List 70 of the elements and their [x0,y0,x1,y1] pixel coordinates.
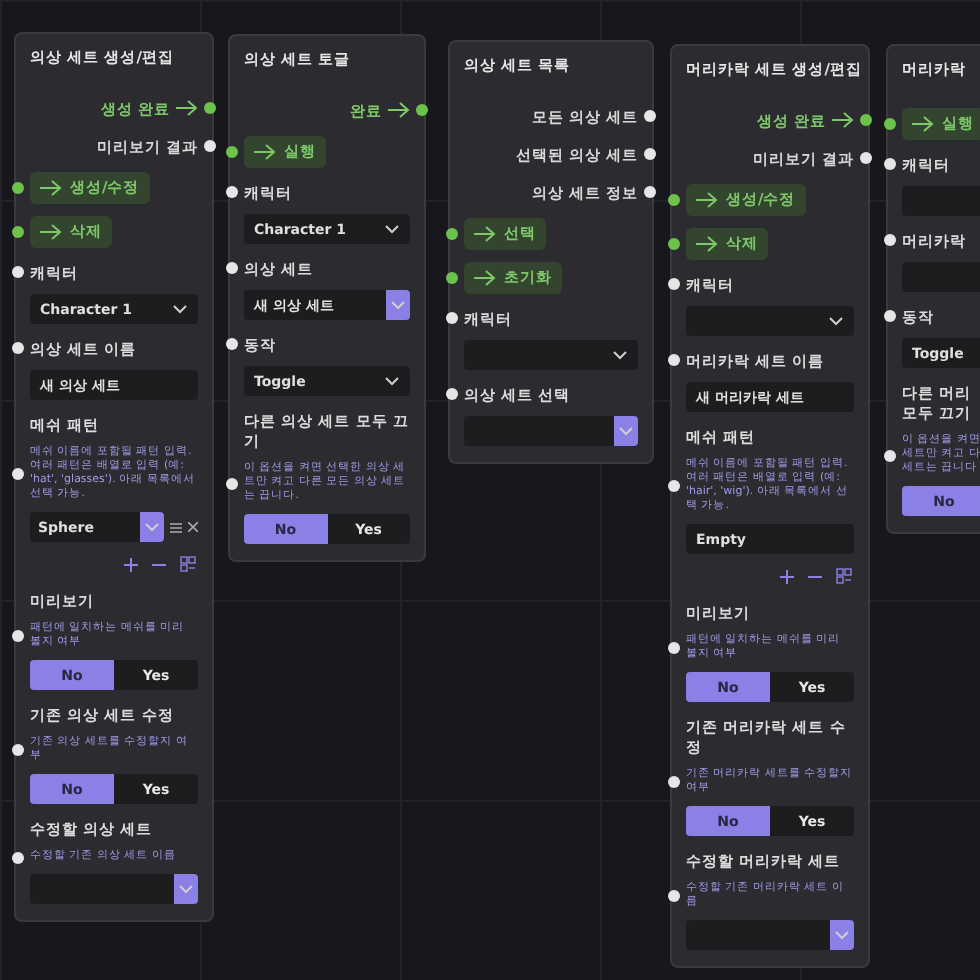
layout-icon[interactable] [836,568,852,585]
dropdown[interactable] [464,416,638,447]
connector-pin[interactable] [416,104,428,117]
connector-pin[interactable] [446,387,458,400]
close-icon[interactable] [188,522,198,533]
connector-pin[interactable] [12,341,24,354]
caret-icon [828,316,844,327]
connector-pin[interactable] [644,110,656,123]
connector-pin[interactable] [644,148,656,161]
node-panel[interactable] [670,44,870,969]
arrow-icon [40,223,62,240]
connector-pin[interactable] [884,117,896,130]
arrow-icon [696,191,718,208]
connector-pin[interactable] [446,271,458,284]
caret-icon [172,304,188,315]
connector-pin[interactable] [12,744,24,757]
connector-pin[interactable] [12,181,24,194]
arrow-icon [696,235,718,252]
plus-icon[interactable] [124,557,138,572]
connector-pin[interactable] [884,309,896,322]
connector-pin[interactable] [226,261,238,274]
plus-icon[interactable] [780,569,794,584]
arrow-icon [254,143,276,160]
connector-pin[interactable] [204,102,216,115]
connector-pin[interactable] [668,890,680,903]
caret-icon[interactable] [174,874,198,905]
connector-pin[interactable] [644,186,656,199]
connector-pin[interactable] [12,630,24,643]
connector-pin[interactable] [884,157,896,170]
caret-icon[interactable] [140,512,164,543]
caret-icon[interactable] [614,416,638,447]
dropdown[interactable] [30,874,198,905]
arrow-icon [474,225,496,242]
connector-pin[interactable] [446,227,458,240]
connector-pin[interactable] [668,193,680,206]
caret-icon[interactable] [386,290,410,321]
connector-pin[interactable] [860,114,872,127]
connector-pin[interactable] [12,851,24,864]
arrow-icon [40,179,62,196]
connector-pin[interactable] [668,480,680,493]
connector-pin[interactable] [226,145,238,158]
connector-pin[interactable] [668,642,680,655]
connector-pin[interactable] [204,140,216,153]
connector-pin[interactable] [668,277,680,290]
connector-pin[interactable] [226,477,238,490]
connector-pin[interactable] [668,776,680,789]
dropdown[interactable] [686,920,854,951]
arrow-icon [388,102,410,119]
connector-pin[interactable] [884,449,896,462]
connector-pin[interactable] [446,311,458,324]
caret-icon[interactable] [830,920,854,951]
caret-icon [612,350,628,361]
arrow-icon [176,100,198,117]
arrow-icon [832,112,854,129]
connector-pin[interactable] [12,265,24,278]
caret-icon [384,224,400,235]
arrow-icon [474,269,496,286]
layout-icon[interactable] [180,556,196,573]
connector-pin[interactable] [226,337,238,350]
connector-pin[interactable] [12,225,24,238]
connector-pin[interactable] [226,185,238,198]
connector-pin[interactable] [668,237,680,250]
connector-pin[interactable] [668,353,680,366]
connector-pin[interactable] [12,468,24,481]
menu-icon[interactable] [170,521,182,534]
arrow-icon [912,115,934,132]
caret-icon [384,376,400,387]
connector-pin[interactable] [884,233,896,246]
connector-pin[interactable] [860,152,872,165]
node-panel[interactable] [14,32,214,923]
